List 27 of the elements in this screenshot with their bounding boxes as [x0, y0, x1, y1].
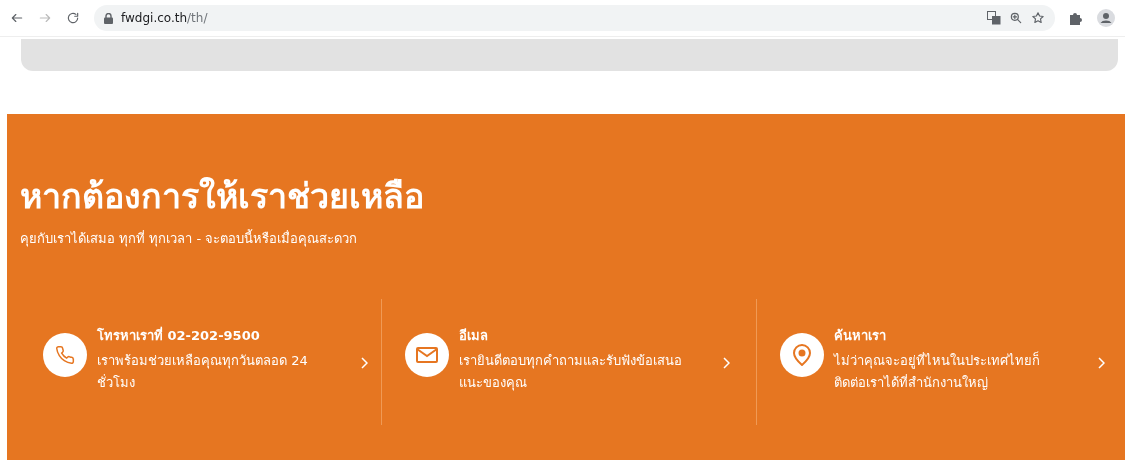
help-title: หากต้องการให้เราช่วยเหลือ — [20, 175, 425, 218]
profile-icon[interactable] — [1097, 9, 1115, 27]
help-subtitle: คุยกับเราได้เสมอ ทุกที่ ทุกเวลา - จะตอบนี้หรือเมื่อคุณสะดวก — [20, 228, 359, 249]
contact-title[interactable]: ค้นหาเรา — [834, 325, 1064, 346]
contact-description: เราพร้อมช่วยเหลือคุณทุกวันตลอด 24 ชั่วโมง — [97, 352, 309, 392]
reload-icon[interactable] — [66, 11, 80, 25]
address-bar[interactable]: fwdgi.co.th/th/ — [94, 5, 1055, 31]
contact-title[interactable]: โทรหาเราที่ 02-202-9500 — [97, 325, 327, 346]
contact-title[interactable]: อีเมล — [459, 325, 689, 346]
icon-circle[interactable] — [43, 333, 87, 377]
chevron-right-icon[interactable] — [723, 357, 730, 369]
star-icon[interactable] — [1031, 11, 1045, 25]
phone-icon — [55, 345, 75, 365]
url-text: fwdgi.co.th/th/ — [121, 11, 208, 25]
chevron-right-icon[interactable] — [361, 357, 368, 369]
zoom-icon[interactable] — [1009, 11, 1023, 25]
icon-circle[interactable] — [780, 333, 824, 377]
contact-description: เรายินดีตอบทุกคำถามและรับฟังข้อเสนอแนะของคุณ — [459, 352, 683, 393]
contact-description: ไม่ว่าคุณจะอยู่ที่ไหนในประเทศไทยก็ติดต่อเราได้ที่สำนักงานใหญ่ — [834, 350, 1041, 392]
icon-circle[interactable] — [405, 333, 449, 377]
back-icon[interactable] — [10, 11, 24, 25]
translate-icon[interactable] — [987, 11, 1001, 25]
puzzle-icon[interactable] — [1069, 11, 1083, 25]
lock-icon — [104, 12, 113, 24]
envelope-icon — [416, 347, 438, 363]
location-pin-icon — [793, 344, 811, 366]
chevron-right-icon[interactable] — [1098, 357, 1105, 369]
